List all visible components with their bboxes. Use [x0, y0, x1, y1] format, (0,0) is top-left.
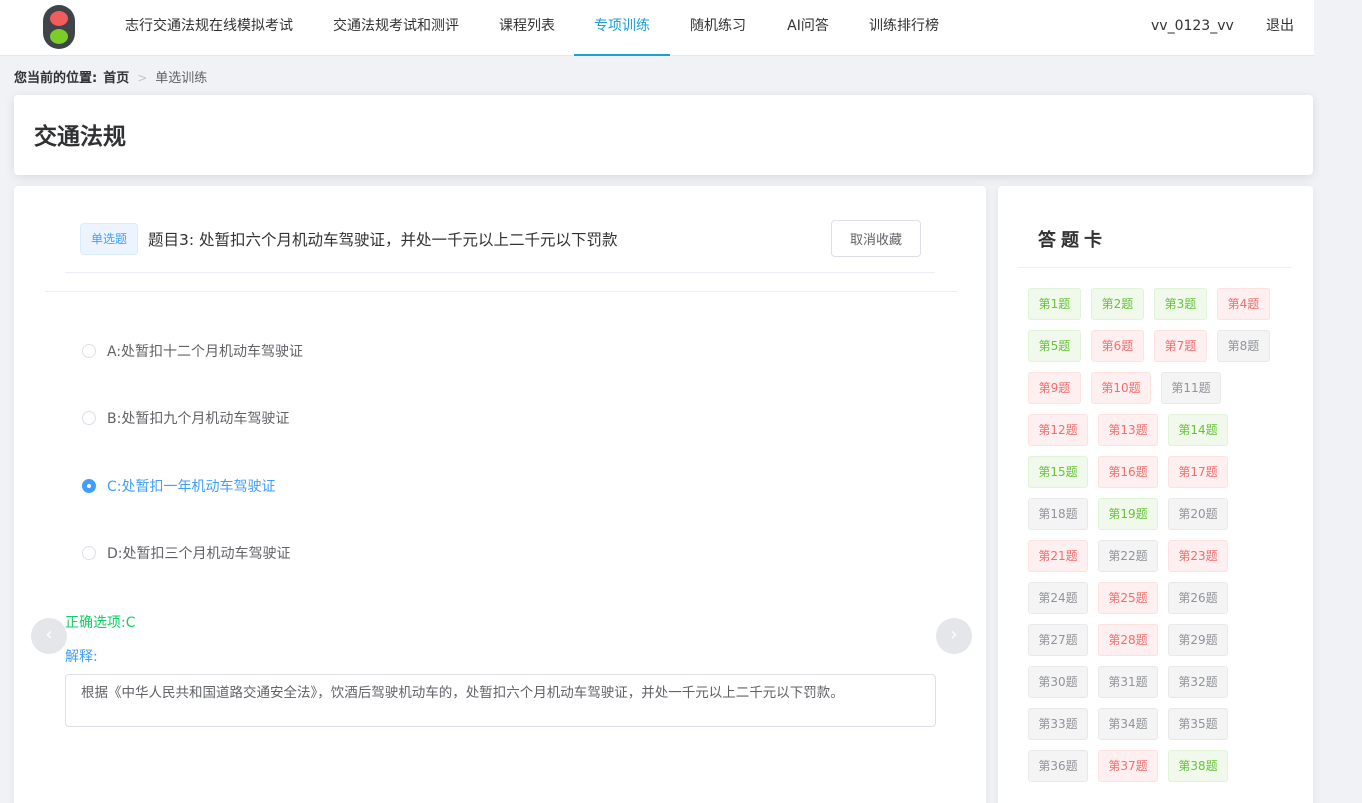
nav-item-ai-qa[interactable]: AI问答	[785, 0, 831, 56]
top-navbar: 志行交通法规在线模拟考试 交通法规考试和测评 课程列表 专项训练 随机练习 AI…	[0, 0, 1314, 56]
question-nav-button[interactable]: 第13题	[1098, 414, 1158, 446]
question-type-tag: 单选题	[80, 223, 139, 255]
breadcrumb-prefix: 您当前的位置:	[14, 71, 98, 86]
breadcrumb-current: 单选训练	[155, 71, 208, 86]
question-nav-button[interactable]: 第32题	[1168, 666, 1228, 698]
option-label: D:处暂扣三个月机动车驾驶证	[107, 546, 291, 562]
nav-item-exam[interactable]: 交通法规考试和测评	[332, 0, 460, 56]
question-nav-button[interactable]: 第21题	[1028, 540, 1088, 572]
username-link[interactable]: vv_0123_vv	[1151, 0, 1234, 56]
question-nav-button[interactable]: 第5题	[1028, 330, 1081, 362]
question-nav-button[interactable]: 第19题	[1098, 498, 1158, 530]
question-nav-button[interactable]: 第8题	[1217, 330, 1270, 362]
option-c[interactable]: C:处暂扣一年机动车驾驶证	[82, 476, 276, 496]
page-header-card: 交通法规	[14, 95, 1313, 175]
answer-card-panel: 答题卡 第1题 第2题 第3题 第4题 第5题 第6题 第7题 第8题 第9题 第10题 第11题第…	[998, 186, 1313, 803]
nav-item-random-practice[interactable]: 随机练习	[689, 0, 747, 56]
question-nav-button[interactable]: 第10题	[1091, 372, 1151, 404]
question-nav-button[interactable]: 第6题	[1091, 330, 1144, 362]
question-nav-button[interactable]: 第30题	[1028, 666, 1088, 698]
question-nav-button[interactable]: 第24题	[1028, 582, 1088, 614]
question-nav-button[interactable]: 第27题	[1028, 624, 1088, 656]
question-nav-button[interactable]: 第1题	[1028, 288, 1081, 320]
answer-card-title: 答题卡	[1038, 230, 1107, 251]
question-nav-button[interactable]: 第38题	[1168, 750, 1228, 782]
question-nav-button[interactable]: 第29题	[1168, 624, 1228, 656]
question-nav-button[interactable]: 第15题	[1028, 456, 1088, 488]
radio-icon[interactable]	[82, 546, 96, 560]
option-d[interactable]: D:处暂扣三个月机动车驾驶证	[82, 543, 291, 563]
question-nav-button[interactable]: 第17题	[1168, 456, 1228, 488]
page-title: 交通法规	[34, 124, 126, 150]
question-nav-button[interactable]: 第25题	[1098, 582, 1158, 614]
breadcrumb-separator-icon: >	[137, 71, 148, 85]
divider	[1018, 267, 1292, 268]
question-nav-button[interactable]: 第11题	[1161, 372, 1221, 404]
question-title: 题目3: 处暂扣六个月机动车驾驶证，并处一千元以上二千元以下罚款	[148, 231, 618, 249]
question-nav-button[interactable]: 第23题	[1168, 540, 1228, 572]
option-label: A:处暂扣十二个月机动车驾驶证	[107, 344, 304, 360]
question-nav-button[interactable]: 第7题	[1154, 330, 1207, 362]
question-nav-button[interactable]: 第3题	[1154, 288, 1207, 320]
question-nav-button[interactable]: 第26题	[1168, 582, 1228, 614]
option-label: C:处暂扣一年机动车驾驶证	[107, 479, 276, 495]
radio-icon[interactable]	[82, 344, 96, 358]
question-nav-button[interactable]: 第4题	[1217, 288, 1270, 320]
question-nav-button[interactable]: 第36题	[1028, 750, 1088, 782]
explanation-label: 解释:	[65, 649, 98, 665]
question-nav-button[interactable]: 第20题	[1168, 498, 1228, 530]
radio-icon[interactable]	[82, 479, 96, 493]
option-a[interactable]: A:处暂扣十二个月机动车驾驶证	[82, 341, 303, 361]
question-nav-button[interactable]: 第28题	[1098, 624, 1158, 656]
question-nav-button[interactable]: 第2题	[1091, 288, 1144, 320]
logout-link[interactable]: 退出	[1266, 0, 1294, 56]
question-nav-button[interactable]: 第31题	[1098, 666, 1158, 698]
explanation-text: 根据《中华人民共和国道路交通安全法》，饮酒后驾驶机动车的，处暂扣六个月机动车驾驶…	[65, 674, 936, 727]
breadcrumb-home-link[interactable]: 首页	[103, 71, 129, 86]
question-nav-button[interactable]: 第12题	[1028, 414, 1088, 446]
traffic-light-icon[interactable]	[43, 5, 75, 49]
question-nav-button[interactable]: 第9题	[1028, 372, 1081, 404]
radio-icon[interactable]	[82, 411, 96, 425]
traffic-light-red-lamp	[50, 11, 68, 26]
unfavorite-button[interactable]: 取消收藏	[831, 220, 921, 257]
option-b[interactable]: B:处暂扣九个月机动车驾驶证	[82, 408, 289, 428]
chevron-right-icon[interactable]: ›	[936, 618, 972, 654]
divider	[45, 291, 957, 292]
nav-item-courses[interactable]: 课程列表	[498, 0, 556, 56]
nav-item-home[interactable]: 志行交通法规在线模拟考试	[124, 0, 294, 56]
traffic-light-green-lamp	[50, 29, 68, 44]
question-nav-button[interactable]: 第22题	[1098, 540, 1158, 572]
question-card: 单选题 题目3: 处暂扣六个月机动车驾驶证，并处一千元以上二千元以下罚款 取消收…	[14, 186, 986, 803]
question-nav-button[interactable]: 第18题	[1028, 498, 1088, 530]
question-nav-button[interactable]: 第35题	[1168, 708, 1228, 740]
correct-answer: 正确选项:C	[65, 615, 136, 631]
chevron-left-icon[interactable]: ‹	[31, 618, 67, 654]
question-nav-button[interactable]: 第37题	[1098, 750, 1158, 782]
divider	[65, 272, 935, 273]
nav-item-leaderboard[interactable]: 训练排行榜	[868, 0, 940, 56]
breadcrumb: 您当前的位置: 首页 > 单选训练	[14, 67, 207, 86]
option-label: B:处暂扣九个月机动车驾驶证	[107, 411, 290, 427]
question-nav-button[interactable]: 第33题	[1028, 708, 1088, 740]
question-nav-button[interactable]: 第16题	[1098, 456, 1158, 488]
question-nav-button[interactable]: 第14题	[1168, 414, 1228, 446]
nav-item-special-training[interactable]: 专项训练	[574, 0, 670, 56]
question-nav-button[interactable]: 第34题	[1098, 708, 1158, 740]
